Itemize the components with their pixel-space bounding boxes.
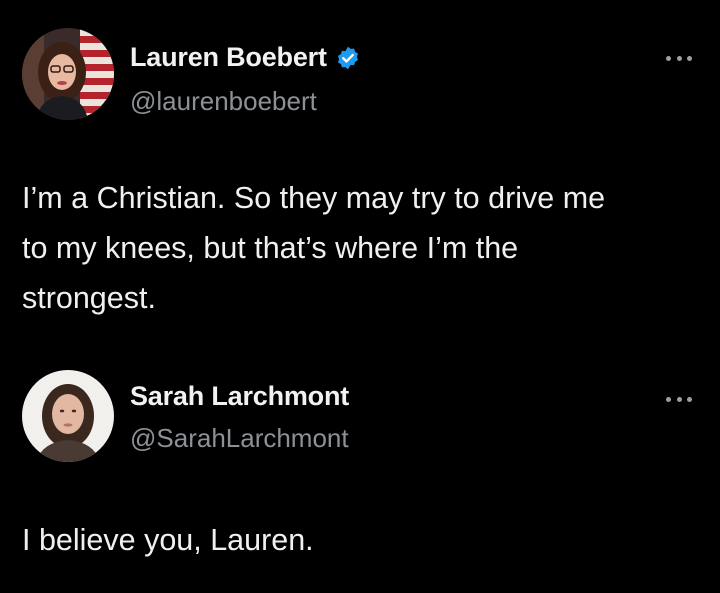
dot	[687, 55, 692, 61]
author-handle[interactable]: @SarahLarchmont	[130, 423, 349, 454]
profile-photo-icon	[22, 370, 114, 462]
dot	[687, 396, 692, 402]
dot	[676, 55, 682, 61]
tweet-text-line: to my knees, but that’s where I’m the	[22, 231, 519, 265]
author-name-row: Sarah Larchmont	[130, 381, 349, 412]
tweet-text-line: strongest.	[22, 281, 156, 315]
display-name[interactable]: Lauren Boebert	[130, 42, 327, 73]
tweet[interactable]: Sarah Larchmont @SarahLarchmont I believ…	[0, 355, 720, 593]
dot	[676, 396, 682, 402]
profile-photo-icon	[22, 28, 114, 120]
more-options-icon[interactable]	[666, 392, 692, 406]
author-handle[interactable]: @laurenboebert	[130, 86, 317, 117]
display-name[interactable]: Sarah Larchmont	[130, 381, 349, 412]
dot	[666, 55, 671, 61]
tweet-thread-screenshot: Lauren Boebert @laurenboebert I’m a Chri…	[0, 0, 720, 593]
tweet[interactable]: Lauren Boebert @laurenboebert I’m a Chri…	[0, 0, 720, 350]
avatar[interactable]	[22, 28, 114, 120]
tweet-text-line: I believe you, Lauren.	[22, 523, 314, 557]
dot	[666, 396, 671, 402]
tweet-text: I believe you, Lauren.	[22, 515, 702, 565]
author-name-row: Lauren Boebert	[130, 42, 361, 73]
tweet-text-line: I’m a Christian. So they may try to driv…	[22, 181, 606, 215]
verified-badge-icon	[335, 45, 361, 71]
avatar[interactable]	[22, 370, 114, 462]
more-options-icon[interactable]	[666, 51, 692, 65]
tweet-text: I’m a Christian. So they may try to driv…	[22, 173, 702, 323]
